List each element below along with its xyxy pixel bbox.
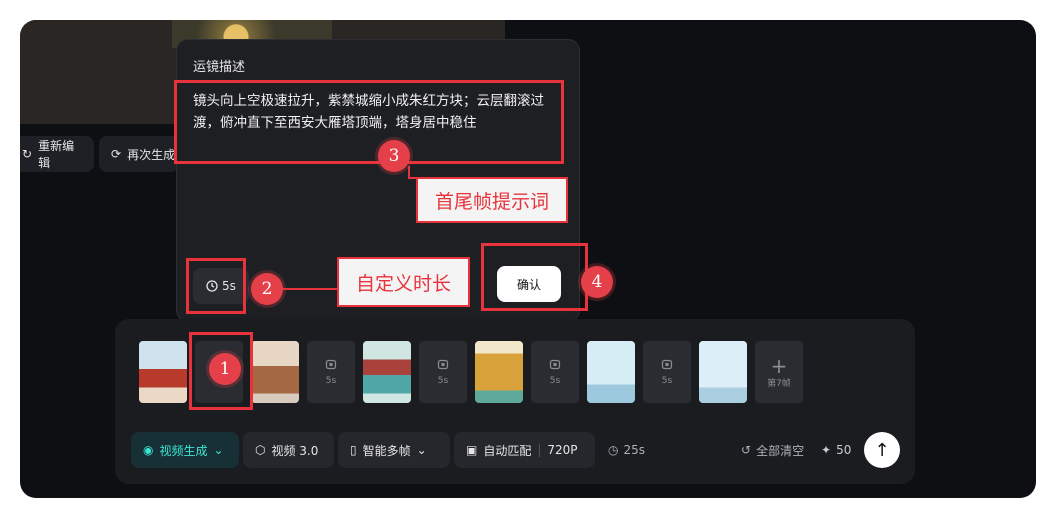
annotation-badge-2: 2 [251,273,283,305]
annotation-badge-4: 4 [581,266,613,298]
edit-icon: ↻ [22,147,33,161]
credits: ✦ 50 [821,432,851,468]
camera-slot-icon [325,358,337,370]
reedit-label: 重新编辑 [38,139,75,170]
add-frame-label: 第7帧 [767,378,791,389]
divider: | [537,443,542,457]
transition-slot-5[interactable]: 5s [643,341,691,403]
callout-prompt-label: 首尾帧提示词 [416,177,568,223]
frame-thumbnail-3[interactable] [363,341,411,403]
frame-thumbnail-1[interactable] [139,341,187,403]
arrow-up-icon: ↑ [874,439,890,461]
slot-duration: 5s [549,376,561,386]
frame-thumbnail-6[interactable] [699,341,747,403]
annotation-box-duration [186,258,246,314]
cube-icon: ⬡ [255,443,266,457]
clear-all-button[interactable]: ↺ 全部清空 [741,432,804,468]
mode-dropdown[interactable]: ◉ 视频生成 ⌄ [131,432,239,468]
send-button[interactable]: ↑ [864,432,900,468]
chevron-down-icon: ⌄ [416,443,427,457]
camera-slot-icon [549,358,561,370]
transition-slot-2[interactable]: 5s [307,341,355,403]
aspect-ratio-icon: ▣ [466,443,478,457]
annotation-box-prompt [174,80,564,164]
connector-line [282,288,338,290]
multi-frame-label: 智能多帧 [362,443,411,458]
resolution-label: 720P [547,443,578,457]
camera-slot-icon [661,358,673,370]
total-duration-value: 25s [623,443,646,457]
camera-slot-icon [437,358,449,370]
sparkle-icon: ✦ [821,443,832,457]
clock-icon: ◷ [608,443,619,457]
mode-label: 视频生成 [159,443,208,458]
ratio-label: 自动匹配 [483,443,532,458]
frame-thumbnail-4[interactable] [475,341,523,403]
add-frame-button[interactable]: + 第7帧 [755,341,803,403]
reedit-button[interactable]: ↻ 重新编辑 [20,136,94,172]
slot-duration: 5s [437,376,449,386]
frames-icon: ▯ [350,443,357,457]
annotation-badge-3: 3 [378,140,410,172]
callout-duration-label: 自定义时长 [337,257,470,307]
annotation-badge-1: 1 [209,353,241,385]
credits-value: 50 [836,443,852,457]
regenerate-button[interactable]: ⟳ 再次生成 [99,136,179,172]
slot-duration: 5s [325,376,337,386]
clear-all-label: 全部清空 [756,443,805,458]
model-selector[interactable]: ⬡ 视频 3.0 [243,432,334,468]
ratio-resolution-button[interactable]: ▣ 自动匹配 | 720P [454,432,595,468]
popup-title: 运镜描述 [193,60,246,75]
plus-icon: + [770,353,788,378]
transition-slot-3[interactable]: 5s [419,341,467,403]
regenerate-label: 再次生成 [127,147,176,162]
transition-slot-4[interactable]: 5s [531,341,579,403]
frame-thumbnail-5[interactable] [587,341,635,403]
reset-icon: ↺ [741,443,752,457]
model-label: 视频 3.0 [271,443,319,458]
annotation-box-confirm [481,243,588,311]
video-mode-icon: ◉ [143,443,154,457]
chevron-down-icon: ⌄ [213,443,224,457]
slot-duration: 5s [661,376,673,386]
multi-frame-dropdown[interactable]: ▯ 智能多帧 ⌄ [338,432,450,468]
refresh-icon: ⟳ [111,147,122,161]
total-duration: ◷ 25s [608,432,645,468]
frame-thumbnail-2[interactable] [251,341,299,403]
